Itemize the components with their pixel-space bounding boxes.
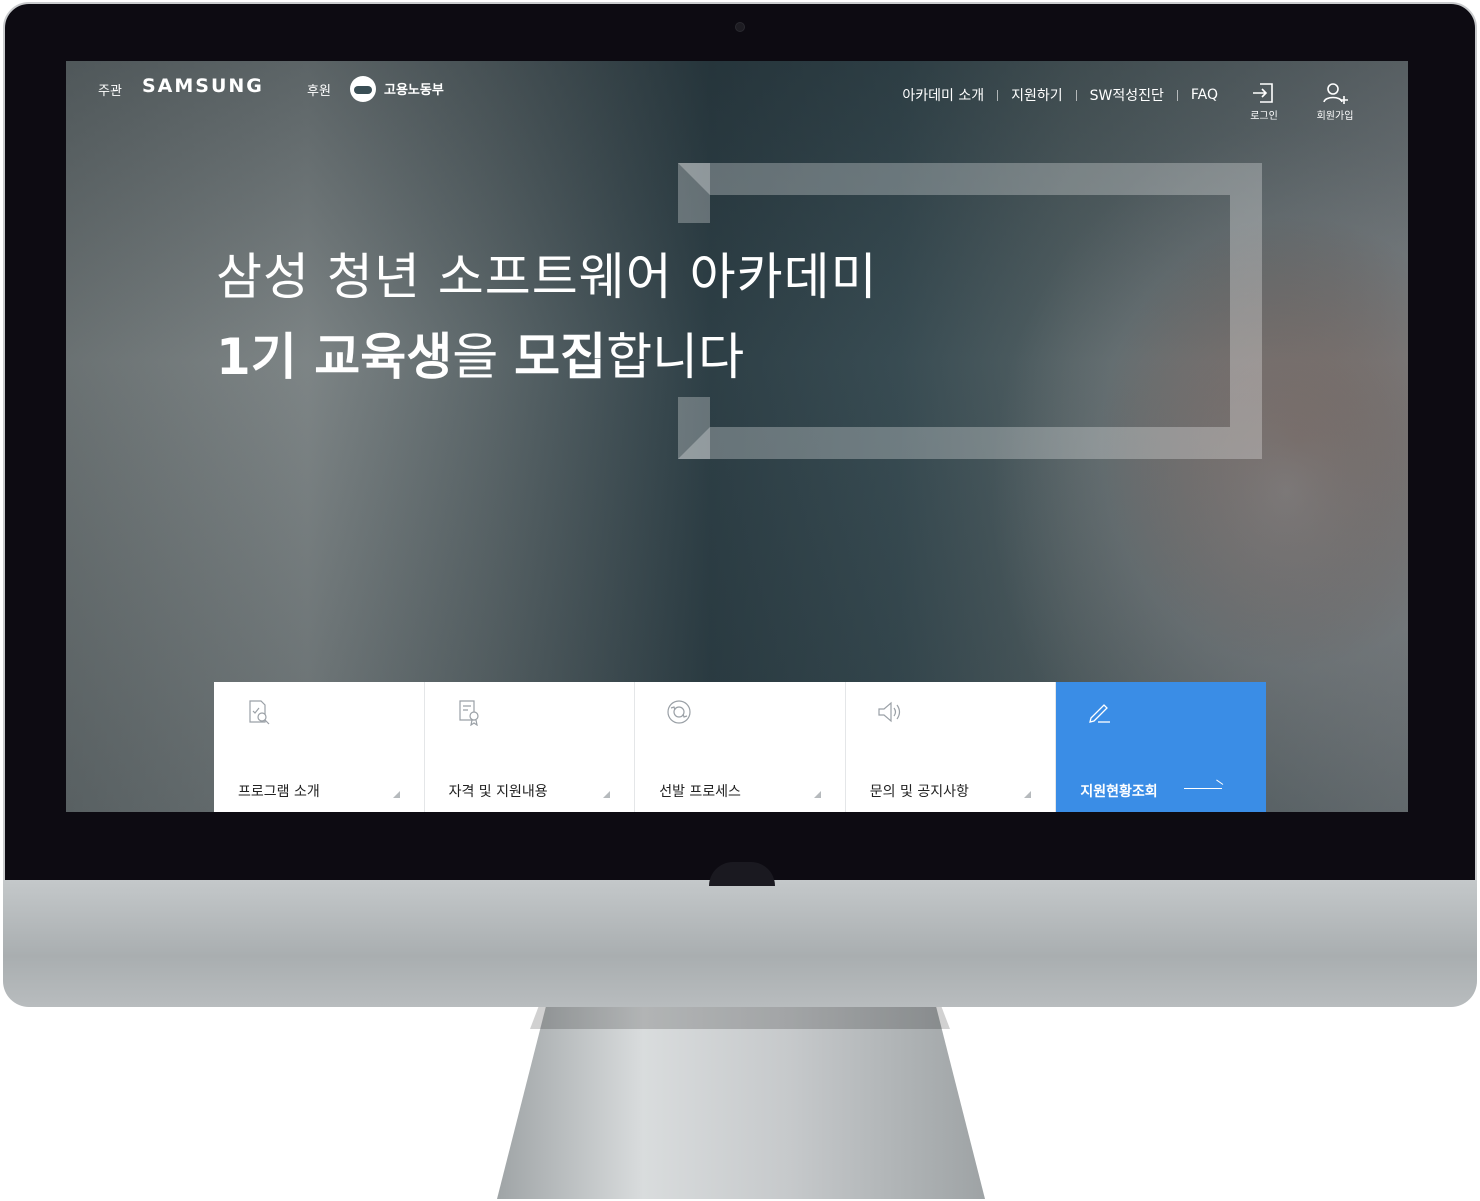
login-icon bbox=[1253, 83, 1273, 103]
monitor-stand bbox=[497, 1007, 985, 1199]
sponsor-label: 후원 bbox=[307, 84, 331, 99]
quick-menu-label: 문의 및 공지사항 bbox=[869, 784, 969, 800]
hero-title-line2: 1기 교육생을 모집합니다 bbox=[216, 317, 878, 389]
signup-label: 회원가입 bbox=[1316, 111, 1354, 122]
login-label: 로그인 bbox=[1250, 111, 1278, 122]
speaker-icon bbox=[878, 701, 900, 723]
website-screen: 주관 SAMSUNG 후원 고용노동부 아카데미 소개 지원하기 SW적성진단 … bbox=[66, 61, 1408, 812]
camera-icon bbox=[735, 22, 745, 32]
nav-divider bbox=[1075, 89, 1077, 101]
nav-academy-intro[interactable]: 아카데미 소개 bbox=[902, 85, 984, 105]
user-add-icon bbox=[1323, 83, 1348, 104]
quick-menu-label: 자격 및 지원내용 bbox=[448, 784, 548, 800]
quick-menu-selection-process[interactable]: 선발 프로세스 bbox=[635, 682, 846, 812]
stand-shadow bbox=[530, 1007, 950, 1029]
quick-menu-application-status[interactable]: 지원현황조회 bbox=[1056, 682, 1266, 812]
nav-apply[interactable]: 지원하기 bbox=[1011, 85, 1063, 105]
corner-arrow-icon bbox=[392, 791, 400, 798]
nav-divider bbox=[1176, 89, 1178, 101]
corner-arrow-icon bbox=[813, 791, 821, 798]
certificate-icon bbox=[458, 700, 479, 726]
quick-menu-eligibility[interactable]: 자격 및 지원내용 bbox=[424, 682, 636, 812]
corner-arrow-icon bbox=[603, 791, 611, 798]
host-label: 주관 bbox=[98, 84, 122, 99]
nav-faq[interactable]: FAQ bbox=[1191, 87, 1218, 103]
quick-menu-label: 프로그램 소개 bbox=[238, 784, 320, 800]
login-button[interactable]: 로그인 bbox=[1234, 81, 1294, 122]
moel-emblem-icon bbox=[350, 76, 376, 102]
nav-divider bbox=[997, 89, 999, 101]
quick-menu: 프로그램 소개 자격 및 지원내용 선발 프로세스 문의 및 공지사항 지원현황… bbox=[214, 682, 1266, 812]
document-search-icon bbox=[249, 700, 270, 725]
hero-title-bold-1: 1기 교육생 bbox=[216, 328, 453, 386]
monitor-logo-icon bbox=[709, 862, 775, 886]
hero-title-line1: 삼성 청년 소프트웨어 아카데미 bbox=[216, 248, 878, 306]
quick-menu-inquiry-notice[interactable]: 문의 및 공지사항 bbox=[845, 682, 1057, 812]
process-cycle-icon bbox=[667, 700, 691, 724]
monitor-chin bbox=[3, 880, 1477, 1007]
decorative-frame-top-left bbox=[678, 163, 710, 223]
decorative-frame-bottom-left bbox=[678, 397, 710, 459]
pencil-icon bbox=[1089, 704, 1111, 723]
quick-menu-label: 선발 프로세스 bbox=[659, 784, 741, 800]
arrow-right-icon bbox=[1184, 788, 1223, 789]
corner-arrow-icon bbox=[1024, 791, 1032, 798]
site-header: 주관 SAMSUNG 후원 고용노동부 아카데미 소개 지원하기 SW적성진단 … bbox=[66, 61, 1408, 141]
hero-title-light-2: 합니다 bbox=[606, 328, 745, 386]
main-nav: 아카데미 소개 지원하기 SW적성진단 FAQ bbox=[902, 85, 1218, 105]
moel-logo[interactable]: 고용노동부 bbox=[384, 79, 444, 98]
hero-title-bold-2: 모집 bbox=[514, 328, 607, 386]
quick-menu-program-intro[interactable]: 프로그램 소개 bbox=[214, 682, 425, 812]
samsung-logo[interactable]: SAMSUNG bbox=[142, 75, 264, 97]
signup-button[interactable]: 회원가입 bbox=[1305, 81, 1365, 122]
nav-sw-aptitude[interactable]: SW적성진단 bbox=[1090, 85, 1164, 105]
hero-headline: 삼성 청년 소프트웨어 아카데미 1기 교육생을 모집합니다 bbox=[216, 237, 878, 389]
quick-menu-label: 지원현황조회 bbox=[1080, 784, 1158, 800]
hero-title-light-1: 을 bbox=[452, 328, 515, 386]
